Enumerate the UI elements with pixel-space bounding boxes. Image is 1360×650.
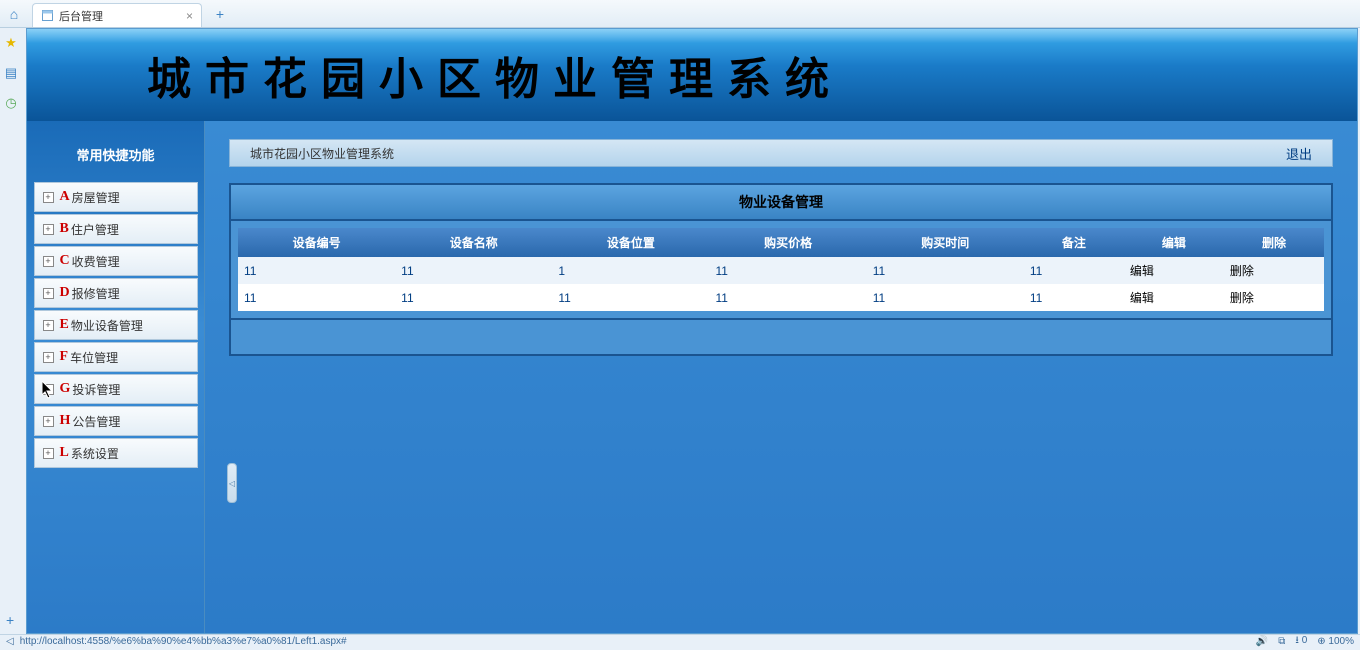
sidebar-item-label: 物业设备管理 — [71, 317, 143, 334]
tab-title: 后台管理 — [59, 8, 103, 24]
cell-id: 11 — [238, 284, 395, 311]
expand-icon[interactable]: + — [43, 448, 54, 459]
sidebar-item-label: 住户管理 — [71, 221, 119, 238]
cell-name: 11 — [395, 257, 552, 284]
table-row: 11 11 11 11 11 11 编辑 删除 — [238, 284, 1324, 311]
expand-icon[interactable]: + — [43, 384, 54, 395]
page-icon — [41, 10, 53, 22]
equipment-table: 设备编号 设备名称 设备位置 购买价格 购买时间 备注 编辑 删除 — [238, 228, 1324, 311]
expand-icon[interactable]: + — [43, 352, 54, 363]
sidebar-item-equipment[interactable]: +E物业设备管理 — [34, 310, 198, 340]
expand-icon[interactable]: + — [43, 224, 54, 235]
panel-footer — [231, 320, 1331, 354]
cell-id: 11 — [238, 257, 395, 284]
expand-icon[interactable]: + — [43, 256, 54, 267]
sidebar-item-label: 系统设置 — [71, 445, 119, 462]
sidebar-item-fee[interactable]: +C收费管理 — [34, 246, 198, 276]
status-url: http://localhost:4558/%e6%ba%90%e4%bb%a3… — [20, 636, 347, 647]
status-bar: ◁ http://localhost:4558/%e6%ba%90%e4%bb%… — [0, 634, 1360, 648]
col-edit: 编辑 — [1124, 228, 1224, 257]
sidebar-item-repair[interactable]: +D报修管理 — [34, 278, 198, 308]
table-row: 11 11 1 11 11 11 编辑 删除 — [238, 257, 1324, 284]
sidebar-item-notice[interactable]: +H公告管理 — [34, 406, 198, 436]
cell-time: 11 — [867, 257, 1024, 284]
app-container: 城市花园小区物业管理系统 常用快捷功能 +A房屋管理 +B住户管理 +C收费管理… — [26, 28, 1358, 634]
col-purchase-time: 购买时间 — [867, 228, 1024, 257]
delete-link[interactable]: 删除 — [1230, 291, 1254, 305]
table-header-row: 设备编号 设备名称 设备位置 购买价格 购买时间 备注 编辑 删除 — [238, 228, 1324, 257]
star-icon[interactable]: ★ — [2, 34, 20, 52]
cell-name: 11 — [395, 284, 552, 311]
logout-link[interactable]: 退出 — [1286, 144, 1312, 163]
edit-link[interactable]: 编辑 — [1130, 264, 1154, 278]
cell-remark: 11 — [1024, 284, 1124, 311]
app-body: 常用快捷功能 +A房屋管理 +B住户管理 +C收费管理 +D报修管理 +E物业设… — [27, 121, 1357, 633]
app-title: 城市花园小区物业管理系统 — [147, 43, 843, 107]
sidebar-menu: +A房屋管理 +B住户管理 +C收费管理 +D报修管理 +E物业设备管理 +F车… — [34, 182, 198, 468]
sidebar-item-label: 公告管理 — [72, 413, 120, 430]
expand-icon[interactable]: + — [43, 288, 54, 299]
sidebar-item-parking[interactable]: +F车位管理 — [34, 342, 198, 372]
sidebar-item-label: 投诉管理 — [72, 381, 120, 398]
breadcrumb: 城市花园小区物业管理系统 — [250, 145, 394, 162]
new-tab-button[interactable]: + — [210, 4, 230, 24]
sidebar: 常用快捷功能 +A房屋管理 +B住户管理 +C收费管理 +D报修管理 +E物业设… — [27, 121, 205, 633]
cell-location: 11 — [552, 284, 709, 311]
edit-link[interactable]: 编辑 — [1130, 291, 1154, 305]
sidebar-item-settings[interactable]: +L系统设置 — [34, 438, 198, 468]
expand-icon[interactable]: + — [43, 320, 54, 331]
window-icon[interactable]: ⧉ — [1278, 636, 1285, 647]
clock-icon[interactable]: ◷ — [2, 94, 20, 112]
sidebar-item-label: 房屋管理 — [72, 189, 120, 206]
cell-time: 11 — [867, 284, 1024, 311]
home-icon[interactable]: ⌂ — [4, 4, 24, 24]
browser-side-iconbar: ★ ▤ ◷ — [2, 28, 26, 112]
sidebar-item-complaint[interactable]: +G投诉管理 — [34, 374, 198, 404]
panel-body: 设备编号 设备名称 设备位置 购买价格 购买时间 备注 编辑 删除 — [231, 221, 1331, 320]
cell-price: 11 — [710, 257, 867, 284]
delete-link[interactable]: 删除 — [1230, 264, 1254, 278]
cell-price: 11 — [710, 284, 867, 311]
cell-location: 1 — [552, 257, 709, 284]
sound-icon[interactable]: 🔊 — [1256, 636, 1268, 647]
col-purchase-price: 购买价格 — [710, 228, 867, 257]
col-delete: 删除 — [1224, 228, 1324, 257]
col-equipment-location: 设备位置 — [552, 228, 709, 257]
app-banner: 城市花园小区物业管理系统 — [27, 29, 1357, 121]
sidebar-title: 常用快捷功能 — [76, 145, 154, 164]
panel-title: 物业设备管理 — [231, 185, 1331, 221]
sidebar-item-label: 收费管理 — [72, 253, 120, 270]
browser-tab-bar: ⌂ 后台管理 × + — [0, 0, 1360, 28]
sidebar-item-label: 报修管理 — [72, 285, 120, 302]
sidebar-item-house[interactable]: +A房屋管理 — [34, 182, 198, 212]
browser-tab[interactable]: 后台管理 × — [32, 3, 202, 27]
back-icon[interactable]: ◁ — [6, 636, 14, 647]
add-button[interactable]: + — [6, 612, 14, 628]
sidebar-item-label: 车位管理 — [70, 349, 118, 366]
download-icon[interactable]: ⭳ 0 — [1295, 633, 1307, 650]
expand-icon[interactable]: + — [43, 192, 54, 203]
col-remark: 备注 — [1024, 228, 1124, 257]
cell-remark: 11 — [1024, 257, 1124, 284]
equipment-panel: 物业设备管理 设备编号 设备名称 设备位置 购买价格 购买时间 — [229, 183, 1333, 356]
sidebar-item-resident[interactable]: +B住户管理 — [34, 214, 198, 244]
main-content: 城市花园小区物业管理系统 退出 物业设备管理 设备编号 设备名称 — [205, 121, 1357, 633]
expand-icon[interactable]: + — [43, 416, 54, 427]
col-equipment-name: 设备名称 — [395, 228, 552, 257]
zoom-control[interactable]: ⊕ 100% — [1317, 636, 1354, 647]
breadcrumb-bar: 城市花园小区物业管理系统 退出 — [229, 139, 1333, 167]
col-equipment-id: 设备编号 — [238, 228, 395, 257]
close-icon[interactable]: × — [186, 9, 193, 23]
bookmark-icon[interactable]: ▤ — [2, 64, 20, 82]
